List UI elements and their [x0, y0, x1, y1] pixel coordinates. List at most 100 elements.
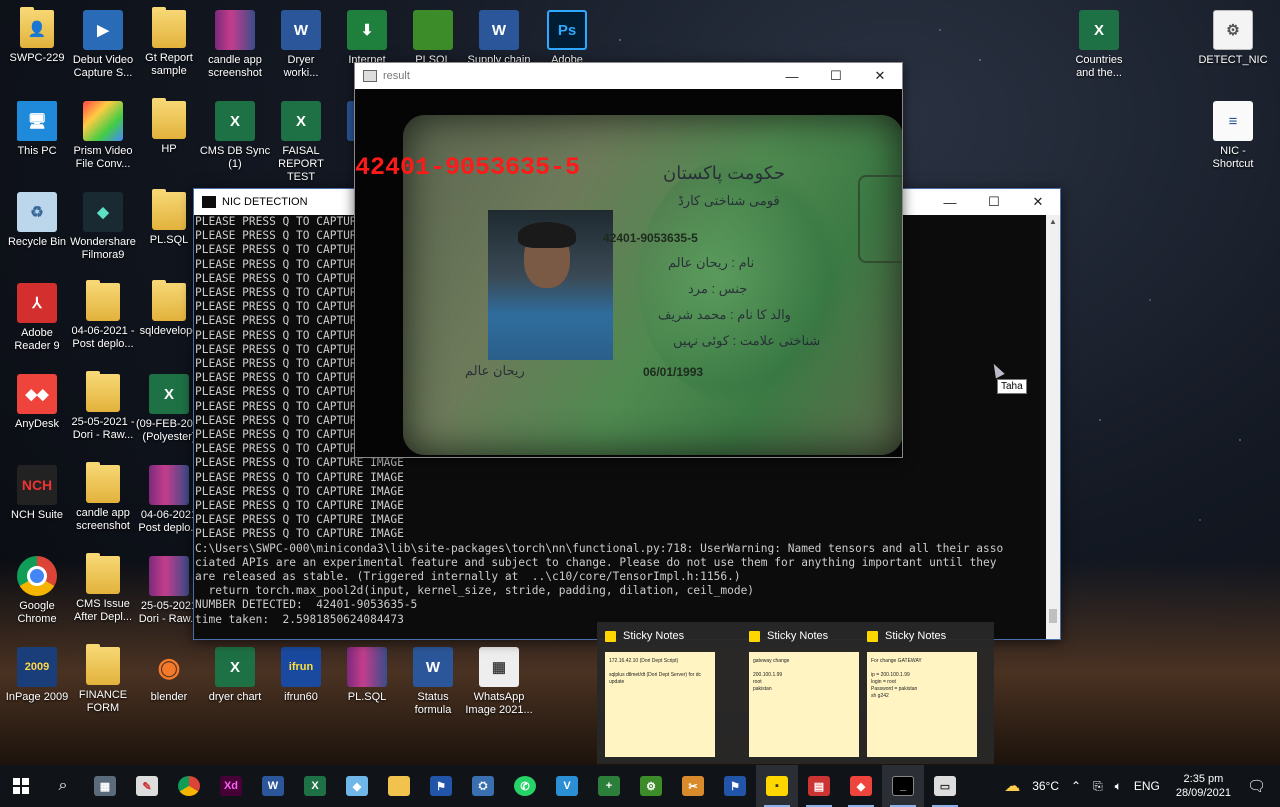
taskbar-chrome[interactable] — [168, 765, 210, 807]
prism-icon — [83, 101, 123, 141]
start-button[interactable] — [0, 765, 42, 807]
taskbar-app-3[interactable]: + — [588, 765, 630, 807]
desktop-icon[interactable]: Ps Adobe — [530, 10, 604, 67]
desktop-icon[interactable]: ⅄ Adobe Reader 9 — [0, 283, 74, 353]
taskbar-word[interactable]: W — [252, 765, 294, 807]
desktop-icon-label: Dryer worki... — [283, 54, 319, 79]
console-scrollbar[interactable]: ▲ — [1046, 215, 1060, 639]
taskbar-explorer[interactable] — [378, 765, 420, 807]
desktop-icon[interactable]: 25-05-2021 - Dori - Raw... — [66, 371, 140, 442]
scroll-up-icon[interactable]: ▲ — [1046, 215, 1060, 229]
desktop-icon[interactable]: Gt Report sample — [132, 7, 206, 78]
desktop-icon-label: Adobe Reader 9 — [14, 327, 60, 352]
desktop-icon[interactable]: ♻ Recycle Bin — [0, 192, 74, 249]
taskbar-console[interactable]: _ — [882, 765, 924, 807]
maximize-button[interactable]: ☐ — [972, 189, 1016, 215]
language-indicator[interactable]: ENG — [1128, 779, 1166, 793]
taskbar-vs[interactable]: V — [546, 765, 588, 807]
desktop-icon-label: InPage 2009 — [5, 691, 69, 703]
desktop-icon[interactable]: NCH NCH Suite — [0, 465, 74, 522]
network-icon[interactable]: ⎘ — [1087, 779, 1109, 794]
sticky-note-body: For change GATEWAY ip = 200.100.1.99 log… — [867, 652, 977, 757]
desktop-icon[interactable]: 04-06-2021 - Post deplo... — [66, 280, 140, 351]
desktop-icon[interactable]: PLSQL — [396, 10, 470, 67]
desktop-icon-label: Gt Report sample — [145, 52, 193, 77]
taskbar-whatsapp[interactable]: ✆ — [504, 765, 546, 807]
clock[interactable]: 2:35 pm 28/09/2021 — [1166, 772, 1241, 800]
taskbar-app-1[interactable]: ⚑ — [420, 765, 462, 807]
desktop-icon[interactable]: X FAISAL REPORT TEST — [264, 101, 338, 184]
console-line: return torch.max_pool2d(input, kernel_si… — [195, 584, 755, 598]
desktop-icon[interactable]: PL.SQL — [330, 647, 404, 704]
taskbar-app-6[interactable]: ⚑ — [714, 765, 756, 807]
desktop-icon[interactable]: candle app screenshot — [198, 10, 272, 80]
folder-icon — [152, 280, 186, 321]
close-button[interactable]: ✕ — [858, 63, 902, 89]
desktop-icon[interactable]: 🖥 This PC — [0, 101, 74, 158]
taskbar-app-4[interactable]: ⚙ — [630, 765, 672, 807]
taskbar-sticky-notes[interactable]: ▪ — [756, 765, 798, 807]
desktop-icon[interactable]: HP — [132, 98, 206, 156]
desktop-icon[interactable]: W Status formula — [396, 647, 470, 717]
weather-icon[interactable]: ☁ — [998, 776, 1026, 796]
desktop-icon[interactable]: candle app screenshot — [66, 462, 140, 533]
taskbar-calculator[interactable]: ▦ — [84, 765, 126, 807]
desktop-icon[interactable]: CMS Issue After Depl... — [66, 553, 140, 624]
desktop-icon[interactable]: Xdryer chart — [198, 647, 272, 704]
desktop-icon[interactable]: Prism Video File Conv... — [66, 101, 140, 171]
desktop-icon[interactable]: ≡ NIC - Shortcut — [1196, 101, 1270, 171]
desktop-icon[interactable]: ◆ Wondershare Filmora9 — [66, 192, 140, 262]
search-button[interactable]: ⌕ — [42, 765, 84, 807]
taskbar-app-5[interactable]: ✂ — [672, 765, 714, 807]
sticky-note-thumbnail[interactable]: Sticky Notes For change GATEWAY ip = 200.… — [859, 622, 977, 757]
whatsapp-icon: ✆ — [514, 776, 536, 796]
folder-icon — [86, 644, 120, 685]
desktop-icon[interactable]: Google Chrome — [0, 556, 74, 626]
taskbar-anydesk[interactable]: ◆ — [840, 765, 882, 807]
sticky-notes-preview[interactable]: Sticky Notes 172.16.42.10 (Dori Dept Scri… — [597, 622, 994, 764]
taskbar-excel[interactable]: X — [294, 765, 336, 807]
desktop-icon-label: Wondershare Filmora9 — [70, 236, 136, 261]
console-line: ciated APIs are an experimental feature … — [195, 555, 997, 569]
sticky-note-header: Sticky Notes — [597, 622, 715, 650]
desktop-icon[interactable]: ifrun ifrun60 — [264, 647, 338, 704]
desktop-icon-label: Prism Video File Conv... — [73, 145, 133, 170]
desktop-icon[interactable]: 2009 InPage 2009 — [0, 647, 74, 704]
taskbar-app-blue[interactable]: ◆ — [336, 765, 378, 807]
notifications-icon[interactable]: 🗨︎ — [1241, 777, 1280, 795]
desktop-icon[interactable]: ▦ WhatsApp Image 2021... — [462, 647, 536, 717]
taskbar-xd[interactable]: Xd — [210, 765, 252, 807]
temperature[interactable]: 36°C — [1026, 779, 1065, 793]
desktop-icon[interactable]: W Supply chain — [462, 10, 536, 67]
scroll-thumb[interactable] — [1049, 609, 1057, 623]
desktop-icon[interactable]: 👤 SWPC-229 — [0, 7, 74, 65]
volume-icon[interactable]: 🔈︎ — [1109, 779, 1128, 794]
desktop-icon[interactable]: W Dryer worki... — [264, 10, 338, 80]
desktop-icon[interactable]: ◆◆ AnyDesk — [0, 374, 74, 431]
minimize-button[interactable]: — — [928, 189, 972, 215]
taskbar-app-2[interactable]: ⛭ — [462, 765, 504, 807]
tooltip: Taha — [997, 379, 1027, 394]
desktop-icon[interactable]: X CMS DB Sync (1) — [198, 101, 272, 171]
sticky-note-thumbnail[interactable]: Sticky Notes 172.16.42.10 (Dori Dept Scri… — [597, 622, 715, 757]
result-window[interactable]: result — ☐ ✕ حکومت پاکستان قومی شناختی ک… — [354, 62, 903, 458]
desktop-icon[interactable]: ◉ blender — [132, 647, 206, 704]
folder-icon — [86, 553, 120, 594]
desktop-icon[interactable]: ⚙ DETECT_NIC — [1196, 10, 1270, 67]
sticky-note-thumbnail[interactable]: Sticky Notes gateway change 200.100.1.99 … — [741, 622, 859, 757]
desktop-icon[interactable]: FINANCE FORM — [66, 644, 140, 715]
result-titlebar[interactable]: result — ☐ ✕ — [355, 63, 902, 89]
close-button[interactable]: ✕ — [1016, 189, 1060, 215]
console-line: PLEASE PRESS Q TO CAPTURE IMAGE — [195, 527, 404, 541]
taskbar-paint[interactable]: ✎ — [126, 765, 168, 807]
minimize-button[interactable]: — — [770, 63, 814, 89]
desktop-icon-label: HP — [161, 143, 177, 155]
plsql-icon — [413, 10, 453, 50]
chevron-up-icon[interactable]: ⌃ — [1065, 779, 1087, 793]
taskbar-app-7[interactable]: ▤ — [798, 765, 840, 807]
taskbar-result[interactable]: ▭ — [924, 765, 966, 807]
desktop-icon[interactable]: X Countries and the... — [1062, 10, 1136, 80]
card-nationality-text: شناختی علامت : کوئی نہیں — [673, 333, 821, 348]
desktop-icon[interactable]: ▶ Debut Video Capture S... — [66, 10, 140, 80]
maximize-button[interactable]: ☐ — [814, 63, 858, 89]
